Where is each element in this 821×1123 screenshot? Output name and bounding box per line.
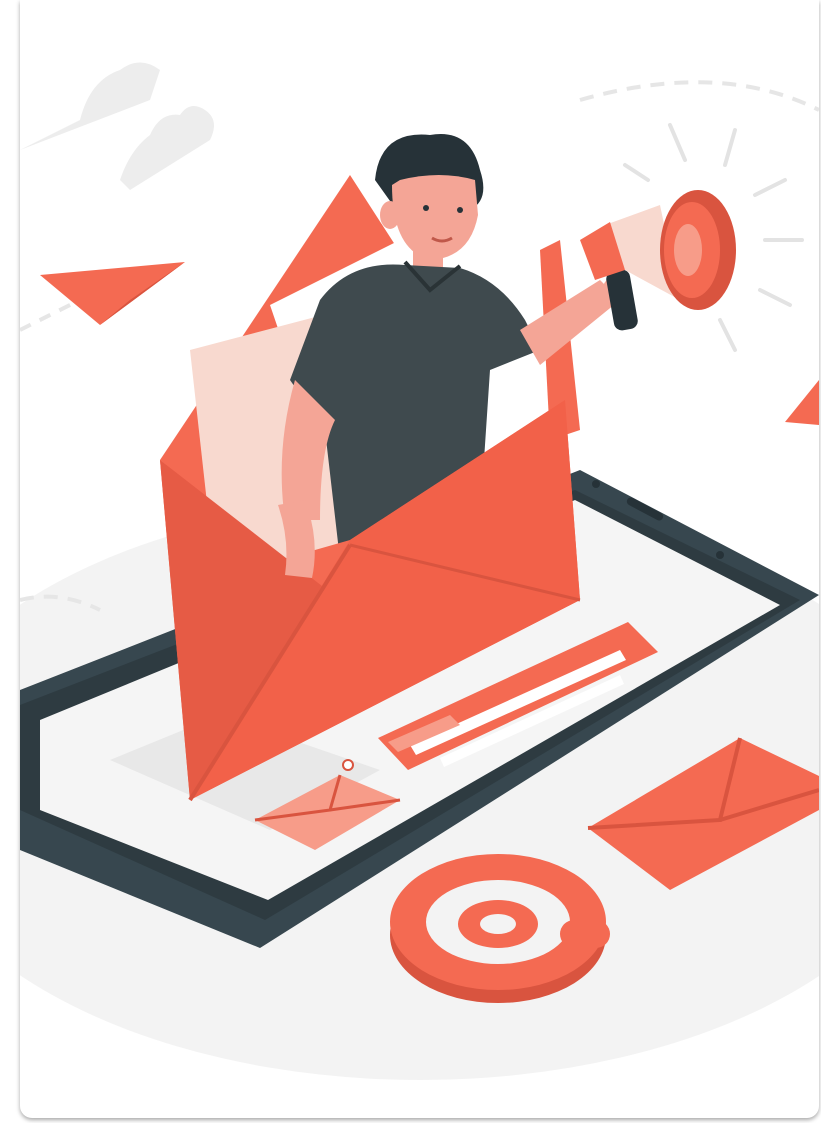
illustration-card <box>20 0 819 1118</box>
paper-plane-icon <box>785 380 819 425</box>
dashed-orbit-line <box>579 80 819 112</box>
cloud-icon <box>120 106 214 190</box>
email-marketing-illustration <box>20 62 819 1080</box>
paper-plane-icon <box>40 262 185 325</box>
megaphone-icon <box>580 123 804 352</box>
cloud-icon <box>20 62 160 150</box>
dashed-orbit-line <box>20 298 81 332</box>
at-sign-icon <box>390 854 610 1003</box>
